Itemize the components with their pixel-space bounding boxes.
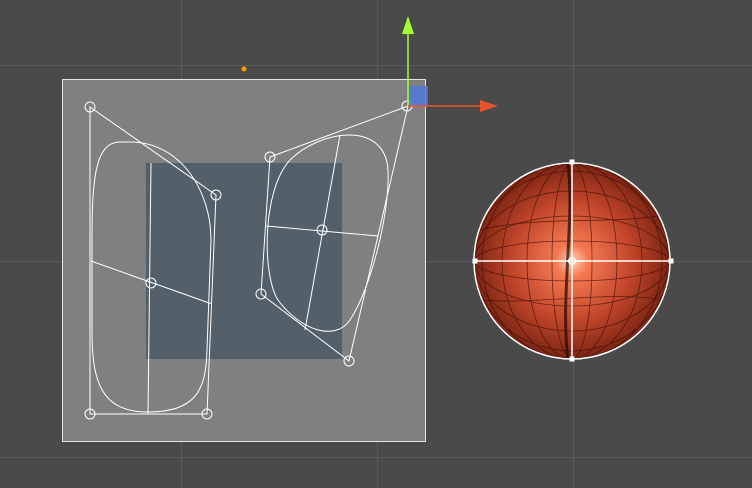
mask-rect[interactable] [146,163,342,359]
origin-dot [241,66,247,72]
sphere-handle-right[interactable] [668,258,674,264]
sphere-handle-bottom[interactable] [569,356,575,362]
sphere-handle-top[interactable] [569,159,575,165]
scene-view[interactable] [0,0,752,488]
sphere-handle-left[interactable] [472,258,478,264]
xy-plane-handle[interactable] [409,86,428,106]
